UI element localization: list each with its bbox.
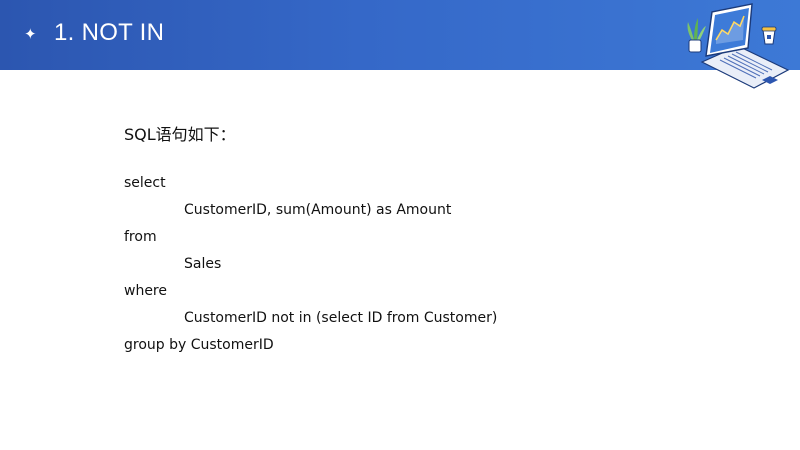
sql-line: where [124, 283, 167, 299]
sql-line: group by CustomerID [124, 337, 274, 353]
sql-line: CustomerID not in (select ID from Custom… [184, 310, 498, 326]
laptop-chart-illustration [687, 3, 790, 89]
sparkle-icon: ✦ [24, 25, 37, 43]
sql-line: from [124, 229, 157, 245]
slide-title: 1. NOT IN [54, 19, 165, 46]
sql-line: select [124, 175, 166, 191]
title-bar: ✦ 1. NOT IN [0, 0, 800, 89]
plant-icon [687, 18, 706, 53]
sql-line: CustomerID, sum(Amount) as Amount [184, 202, 452, 218]
sql-heading: SQL语句如下： [124, 125, 236, 144]
sql-code-block: select CustomerID, sum(Amount) as Amount f… [124, 170, 684, 359]
cup-icon [761, 26, 777, 45]
sql-line: Sales [184, 256, 222, 272]
slide-content: SQL语句如下： select CustomerID, sum(Amount) a… [124, 124, 684, 359]
